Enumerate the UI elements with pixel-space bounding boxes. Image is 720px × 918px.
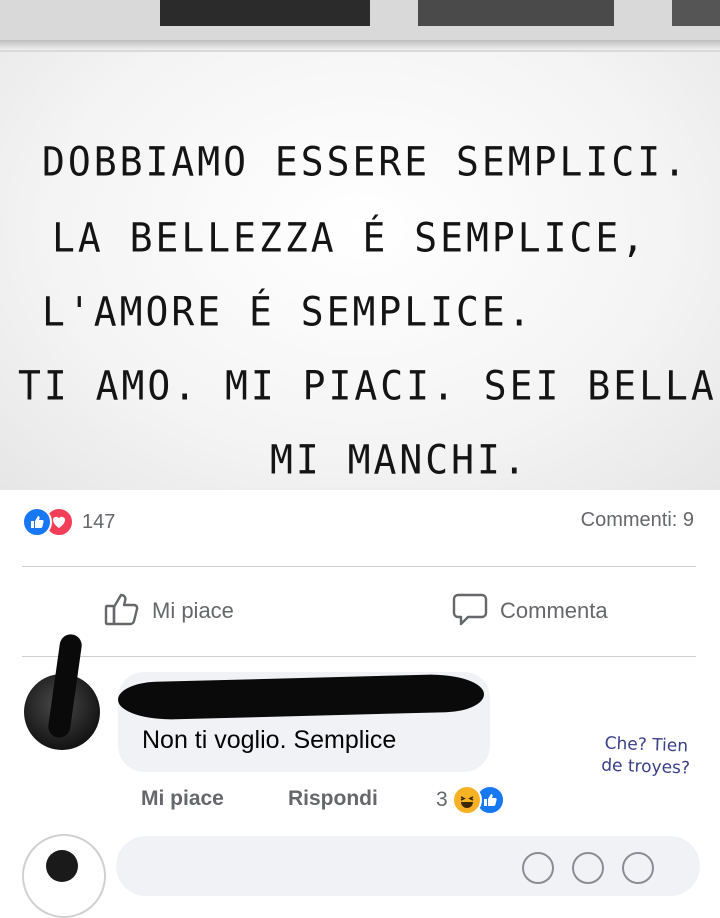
emoji-icon[interactable] bbox=[622, 852, 654, 884]
handwritten-annotation: Che? Tien de troyes? bbox=[595, 732, 696, 779]
window-pane bbox=[672, 0, 720, 26]
camera-icon[interactable] bbox=[522, 852, 554, 884]
comment-label: Commenta bbox=[500, 598, 608, 623]
window-sill bbox=[0, 40, 720, 50]
like-button[interactable]: Mi piace bbox=[102, 588, 234, 634]
window-pane bbox=[418, 0, 614, 26]
comment-button[interactable]: Commenta bbox=[450, 588, 608, 634]
gif-icon[interactable] bbox=[572, 852, 604, 884]
composer-tools bbox=[522, 852, 654, 884]
speech-bubble-icon bbox=[450, 589, 490, 634]
comment-like-button[interactable]: Mi piace bbox=[141, 787, 224, 811]
reaction-count: 147 bbox=[82, 510, 116, 533]
annotation-line: de troyes? bbox=[600, 755, 691, 779]
comment-reactions[interactable]: 3 bbox=[436, 783, 505, 817]
quote-line: l'amore é semplice. bbox=[42, 288, 534, 336]
comments-count[interactable]: Commenti: 9 bbox=[581, 509, 694, 532]
comment-reply-button[interactable]: Rispondi bbox=[288, 787, 378, 811]
quote-line: La bellezza é semplice, bbox=[52, 214, 648, 262]
quote-line: Dobbiamo essere semplici. bbox=[42, 138, 689, 186]
post-photo[interactable]: Dobbiamo essere semplici. La bellezza é … bbox=[0, 0, 720, 490]
divider bbox=[22, 566, 696, 567]
comment-reaction-count: 3 bbox=[436, 788, 448, 811]
thumbs-up-icon bbox=[102, 589, 142, 634]
comment-text: Non ti voglio. Semplice bbox=[142, 726, 397, 754]
quote-line: Ti amo. Mi piaci. Sei bella. bbox=[18, 362, 720, 410]
like-icon bbox=[22, 507, 52, 537]
handwritten-quote: Dobbiamo essere semplici. La bellezza é … bbox=[0, 100, 720, 490]
current-user-avatar[interactable] bbox=[22, 834, 106, 918]
divider bbox=[22, 656, 696, 657]
window-pane bbox=[160, 0, 370, 26]
like-label: Mi piace bbox=[152, 598, 234, 623]
haha-icon bbox=[451, 785, 482, 815]
avatar-silhouette bbox=[46, 850, 78, 882]
reactions-summary[interactable]: 147 bbox=[22, 504, 115, 540]
quote-line: Mi manchi. bbox=[270, 436, 529, 484]
